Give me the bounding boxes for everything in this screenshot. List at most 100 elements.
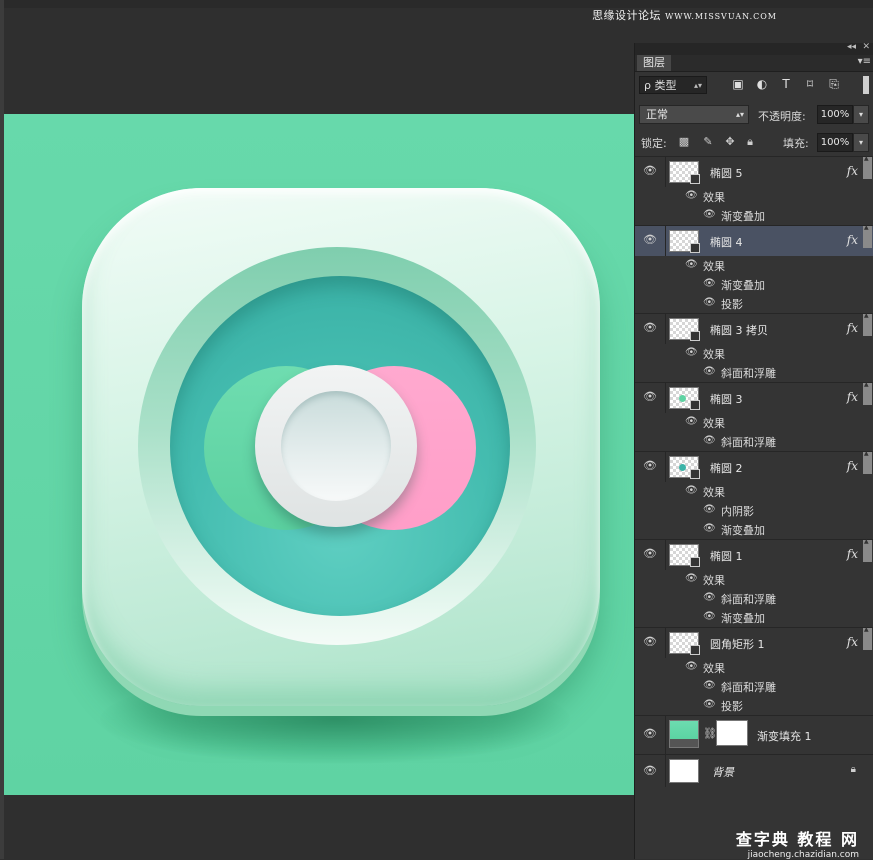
eye-visibility-icon[interactable]: 👁︎ xyxy=(643,234,657,246)
expand-toggle[interactable] xyxy=(863,450,872,474)
effect-row[interactable]: 👁︎ 渐变叠加 xyxy=(635,206,873,225)
layer-name[interactable]: 背景 xyxy=(712,764,734,780)
filter-kind-select[interactable]: ρ 类型 ▴▾ xyxy=(639,76,707,94)
expand-toggle[interactable] xyxy=(863,381,872,405)
close-icon[interactable]: ✕ xyxy=(862,42,870,52)
fx-icon[interactable]: fx xyxy=(847,164,858,178)
effect-row[interactable]: 👁︎ 斜面和浮雕 xyxy=(635,589,873,608)
effect-row[interactable]: 👁︎ 渐变叠加 xyxy=(635,520,873,539)
effects-row[interactable]: 👁︎ 效果 xyxy=(635,256,873,275)
effect-row[interactable]: 👁︎ 投影 xyxy=(635,294,873,313)
eye-visibility-icon[interactable]: 👁︎ xyxy=(703,523,716,534)
layer-name[interactable]: 圆角矩形 1 xyxy=(710,636,765,652)
eye-visibility-icon[interactable]: 👁︎ xyxy=(703,209,716,220)
eye-visibility-icon[interactable]: 👁︎ xyxy=(643,728,657,740)
fx-icon[interactable]: fx xyxy=(847,635,858,649)
fx-icon[interactable]: fx xyxy=(847,459,858,473)
eye-visibility-icon[interactable]: 👁︎ xyxy=(703,435,716,446)
fx-icon[interactable]: fx xyxy=(847,547,858,561)
eye-visibility-icon[interactable]: 👁︎ xyxy=(703,699,716,710)
eye-visibility-icon[interactable]: 👁︎ xyxy=(643,765,657,777)
layer-row[interactable]: 👁︎ 椭圆 3 fx xyxy=(635,381,873,413)
expand-toggle[interactable] xyxy=(863,224,872,248)
eye-visibility-icon[interactable]: 👁︎ xyxy=(703,504,716,515)
fx-icon[interactable]: fx xyxy=(847,321,858,335)
layer-row[interactable]: 👁︎ 椭圆 1 fx xyxy=(635,538,873,570)
layer-name[interactable]: 椭圆 3 拷贝 xyxy=(710,322,768,338)
effects-row[interactable]: 👁︎ 效果 xyxy=(635,413,873,432)
opacity-input[interactable]: 100% xyxy=(817,105,853,124)
eye-visibility-icon[interactable]: 👁︎ xyxy=(703,680,716,691)
layer-name[interactable]: 椭圆 5 xyxy=(710,165,743,181)
effect-row[interactable]: 👁︎ 斜面和浮雕 xyxy=(635,363,873,382)
layer-row-background[interactable]: 👁︎ 背景 🔒︎ xyxy=(635,754,873,787)
expand-toggle[interactable] xyxy=(863,538,872,562)
effect-row[interactable]: 👁︎ 斜面和浮雕 xyxy=(635,677,873,696)
layer-name[interactable]: 渐变填充 1 xyxy=(757,728,812,744)
fx-icon[interactable]: fx xyxy=(847,390,858,404)
effects-row[interactable]: 👁︎ 效果 xyxy=(635,570,873,589)
image-filter-icon[interactable]: ▣ xyxy=(731,77,745,91)
effects-row[interactable]: 👁︎ 效果 xyxy=(635,187,873,206)
eye-visibility-icon[interactable]: 👁︎ xyxy=(643,636,657,648)
eye-visibility-icon[interactable]: 👁︎ xyxy=(643,460,657,472)
lock-position-icon[interactable]: ✥ xyxy=(723,135,737,149)
lock-transparency-icon[interactable]: ▩ xyxy=(677,135,691,149)
fill-dropdown[interactable]: ▾ xyxy=(853,133,869,152)
layer-row[interactable]: 👁︎ 椭圆 4 fx xyxy=(635,224,873,256)
effect-row[interactable]: 👁︎ 内阴影 xyxy=(635,501,873,520)
shape-filter-icon[interactable]: ⌑ xyxy=(803,77,817,91)
eye-visibility-icon[interactable]: 👁︎ xyxy=(643,322,657,334)
eye-visibility-icon[interactable]: 👁︎ xyxy=(685,190,698,201)
eye-visibility-icon[interactable]: 👁︎ xyxy=(643,548,657,560)
opacity-dropdown[interactable]: ▾ xyxy=(853,105,869,124)
type-filter-icon[interactable]: T xyxy=(779,77,793,91)
panel-menu-icon[interactable]: ▾≡ xyxy=(858,56,871,67)
eye-visibility-icon[interactable]: 👁︎ xyxy=(703,366,716,377)
effects-row[interactable]: 👁︎ 效果 xyxy=(635,482,873,501)
layer-row[interactable]: 👁︎ 椭圆 2 fx xyxy=(635,450,873,482)
layer-name[interactable]: 椭圆 2 xyxy=(710,460,743,476)
effect-row[interactable]: 👁︎ 斜面和浮雕 xyxy=(635,432,873,451)
layer-row[interactable]: 👁︎ 椭圆 3 拷贝 fx xyxy=(635,312,873,344)
eye-visibility-icon[interactable]: 👁︎ xyxy=(685,259,698,270)
expand-toggle[interactable] xyxy=(863,155,872,179)
lock-all-icon[interactable]: 🔒︎ xyxy=(743,135,757,149)
lock-paint-icon[interactable]: ✎ xyxy=(701,135,715,149)
layer-row[interactable]: 👁︎ 椭圆 5 fx xyxy=(635,155,873,187)
eye-visibility-icon[interactable]: 👁︎ xyxy=(685,573,698,584)
effect-row[interactable]: 👁︎ 渐变叠加 xyxy=(635,275,873,294)
document-canvas[interactable] xyxy=(4,114,634,795)
link-chain-icon[interactable]: ⛓ xyxy=(703,727,717,740)
eye-visibility-icon[interactable]: 👁︎ xyxy=(703,297,716,308)
eye-visibility-icon[interactable]: 👁︎ xyxy=(643,391,657,403)
eye-visibility-icon[interactable]: 👁︎ xyxy=(685,661,698,672)
tab-layers[interactable]: 图层 xyxy=(637,55,671,71)
layer-row-gradient-fill[interactable]: 👁︎ ⛓ 渐变填充 1 xyxy=(635,715,873,754)
layer-name[interactable]: 椭圆 3 xyxy=(710,391,743,407)
eye-visibility-icon[interactable]: 👁︎ xyxy=(643,165,657,177)
eye-visibility-icon[interactable]: 👁︎ xyxy=(703,278,716,289)
blend-mode-select[interactable]: 正常 ▴▾ xyxy=(639,105,749,124)
layer-name[interactable]: 椭圆 4 xyxy=(710,234,743,250)
eye-visibility-icon[interactable]: 👁︎ xyxy=(685,416,698,427)
smartobject-filter-icon[interactable]: ⎘ xyxy=(827,77,841,91)
effect-row[interactable]: 👁︎ 渐变叠加 xyxy=(635,608,873,627)
fx-icon[interactable]: fx xyxy=(847,233,858,247)
collapse-icon[interactable]: ◂◂ xyxy=(847,42,856,52)
adjustment-filter-icon[interactable]: ◐ xyxy=(755,77,769,91)
effects-row[interactable]: 👁︎ 效果 xyxy=(635,344,873,363)
fill-input[interactable]: 100% xyxy=(817,133,853,152)
effect-row[interactable]: 👁︎ 投影 xyxy=(635,696,873,715)
eye-visibility-icon[interactable]: 👁︎ xyxy=(703,592,716,603)
lock-icon[interactable]: 🔒︎ xyxy=(851,764,856,775)
effects-row[interactable]: 👁︎ 效果 xyxy=(635,658,873,677)
eye-visibility-icon[interactable]: 👁︎ xyxy=(703,611,716,622)
expand-toggle[interactable] xyxy=(863,626,872,650)
expand-toggle[interactable] xyxy=(863,312,872,336)
layer-name[interactable]: 椭圆 1 xyxy=(710,548,743,564)
layer-row[interactable]: 👁︎ 圆角矩形 1 fx xyxy=(635,626,873,658)
filter-toggle[interactable] xyxy=(863,76,869,94)
eye-visibility-icon[interactable]: 👁︎ xyxy=(685,485,698,496)
eye-visibility-icon[interactable]: 👁︎ xyxy=(685,347,698,358)
